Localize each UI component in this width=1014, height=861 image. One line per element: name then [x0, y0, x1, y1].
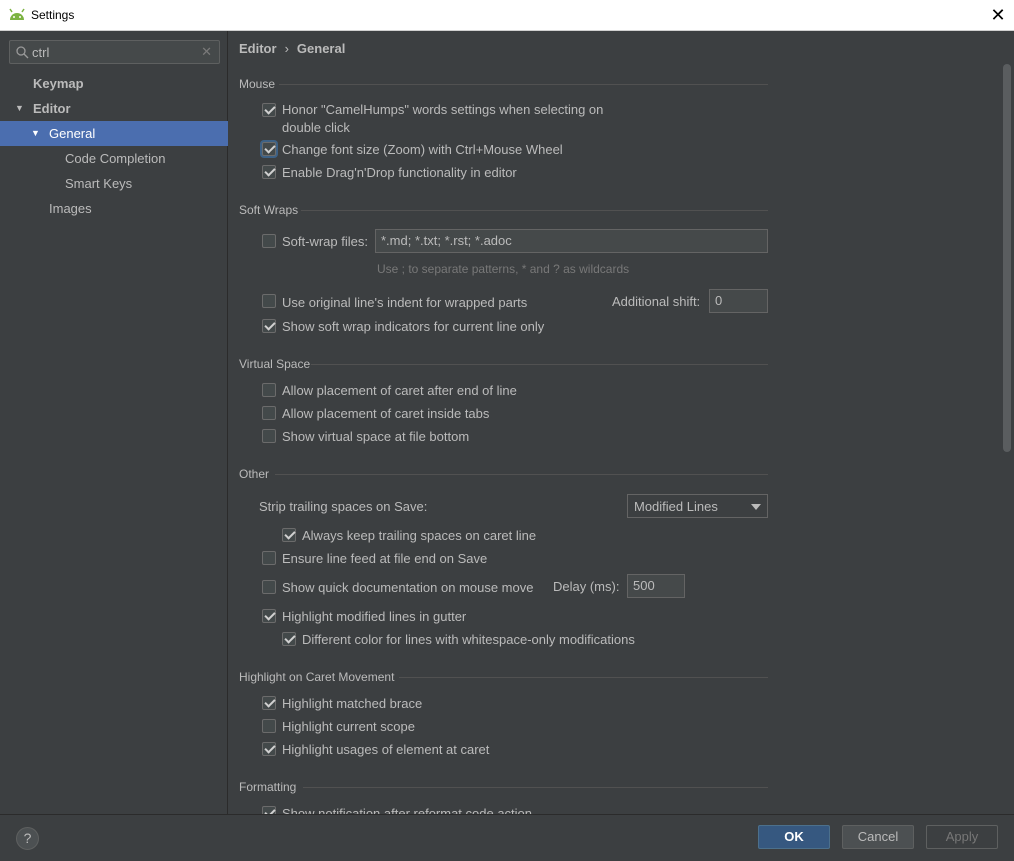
current-scope-label: Highlight current scope: [282, 719, 415, 734]
ensure-lf-label: Ensure line feed at file end on Save: [282, 551, 488, 566]
sidebar-item-general[interactable]: ▼ General: [0, 121, 228, 146]
softwrap-files-label: Soft-wrap files:: [282, 234, 368, 249]
search-value: ctrl: [32, 45, 50, 60]
clear-search-icon[interactable]: ✕: [201, 44, 212, 60]
settings-sidebar: ctrl ✕ Keymap ▼ Editor ▼ General Code Co…: [0, 31, 228, 814]
section-title-soft-wraps: Soft Wraps: [239, 203, 299, 217]
expand-arrow-icon[interactable]: ▼: [15, 96, 24, 121]
dialog-footer: ? OK Cancel Apply: [0, 814, 1014, 861]
sidebar-item-label: Images: [49, 201, 92, 216]
cancel-button[interactable]: Cancel: [842, 825, 914, 849]
help-button[interactable]: ?: [16, 827, 39, 850]
section-divider: [303, 787, 768, 788]
virtual-space-bottom-label: Show virtual space at file bottom: [282, 429, 470, 444]
quick-doc-checkbox[interactable]: [262, 580, 276, 594]
sidebar-item-keymap[interactable]: Keymap: [0, 71, 228, 96]
breadcrumb-separator: ›: [284, 41, 289, 56]
section-title-mouse: Mouse: [239, 77, 276, 91]
sidebar-item-editor[interactable]: ▼ Editor: [0, 96, 228, 121]
search-input[interactable]: ctrl ✕: [9, 40, 220, 64]
camelhumps-label-line2: double click: [282, 120, 350, 135]
close-icon[interactable]: ✕: [982, 0, 1014, 30]
additional-shift-label: Additional shift:: [612, 294, 701, 309]
apply-button[interactable]: Apply: [926, 825, 998, 849]
reformat-notification-label: Show notification after reformat code ac…: [282, 806, 533, 814]
ok-button[interactable]: OK: [758, 825, 830, 849]
patterns-hint: Use ; to separate patterns, * and ? as w…: [377, 262, 630, 276]
caret-after-end-checkbox[interactable]: [262, 383, 276, 397]
camelhumps-label-line1: Honor "CamelHumps" words settings when s…: [282, 102, 604, 117]
delay-input[interactable]: 500: [627, 574, 685, 598]
content-scrollbar[interactable]: [1003, 64, 1011, 452]
matched-brace-label: Highlight matched brace: [282, 696, 423, 711]
android-studio-icon: [9, 8, 25, 20]
breadcrumb: Editor › General: [239, 41, 345, 56]
section-divider: [399, 677, 768, 678]
caret-inside-tabs-checkbox[interactable]: [262, 406, 276, 420]
keep-caret-spaces-label: Always keep trailing spaces on caret lin…: [302, 528, 537, 543]
sidebar-item-label: Keymap: [33, 76, 84, 91]
additional-shift-input[interactable]: 0: [709, 289, 768, 313]
section-title-virtual-space: Virtual Space: [239, 357, 311, 371]
current-scope-checkbox[interactable]: [262, 719, 276, 733]
reformat-notification-checkbox[interactable]: [262, 806, 276, 814]
sidebar-item-smart-keys[interactable]: Smart Keys: [0, 171, 228, 196]
ensure-lf-checkbox[interactable]: [262, 551, 276, 565]
sidebar-item-images[interactable]: Images: [0, 196, 228, 221]
section-title-other: Other: [239, 467, 270, 481]
camelhumps-label: Honor "CamelHumps" words settings when s…: [282, 101, 603, 136]
quick-doc-label: Show quick documentation on mouse move: [282, 580, 534, 595]
caret-inside-tabs-label: Allow placement of caret inside tabs: [282, 406, 490, 421]
section-divider: [279, 84, 768, 85]
dragdrop-checkbox[interactable]: [262, 165, 276, 179]
section-title-caret-movement: Highlight on Caret Movement: [239, 670, 395, 684]
highlight-modified-label: Highlight modified lines in gutter: [282, 609, 467, 624]
sidebar-item-label: Smart Keys: [65, 176, 133, 191]
section-divider: [311, 364, 768, 365]
caret-after-end-label: Allow placement of caret after end of li…: [282, 383, 517, 398]
dropdown-arrow-icon: [751, 504, 761, 510]
soft-wrap-indicators-label: Show soft wrap indicators for current li…: [282, 319, 545, 334]
section-title-formatting: Formatting: [239, 780, 297, 794]
window-title: Settings: [31, 8, 75, 22]
camelhumps-checkbox[interactable]: [262, 103, 276, 117]
breadcrumb-current: General: [296, 41, 346, 56]
different-color-label: Different color for lines with whitespac…: [302, 632, 635, 647]
different-color-checkbox[interactable]: [282, 632, 296, 646]
softwrap-files-checkbox[interactable]: [262, 234, 276, 248]
soft-wrap-indicators-checkbox[interactable]: [262, 319, 276, 333]
softwrap-patterns-input[interactable]: *.md; *.txt; *.rst; *.adoc: [375, 229, 768, 253]
zoom-checkbox[interactable]: [262, 142, 276, 156]
highlight-modified-checkbox[interactable]: [262, 609, 276, 623]
original-indent-checkbox[interactable]: [262, 294, 276, 308]
strip-trailing-label: Strip trailing spaces on Save:: [259, 499, 428, 514]
expand-arrow-icon[interactable]: ▼: [31, 121, 40, 146]
sidebar-item-code-completion[interactable]: Code Completion: [0, 146, 228, 171]
sidebar-item-label: Editor: [33, 101, 71, 116]
usages-checkbox[interactable]: [262, 742, 276, 756]
search-icon: [16, 46, 29, 59]
original-indent-label: Use original line's indent for wrapped p…: [282, 295, 528, 310]
settings-content: Editor › General Mouse Honor "CamelHumps" …: [229, 31, 1014, 814]
sidebar-item-label: General: [49, 126, 96, 141]
section-divider: [301, 210, 768, 211]
virtual-space-bottom-checkbox[interactable]: [262, 429, 276, 443]
delay-label: Delay (ms):: [553, 579, 620, 594]
usages-label: Highlight usages of element at caret: [282, 742, 490, 757]
title-bar: Settings ✕: [0, 0, 1014, 31]
section-divider: [275, 474, 768, 475]
keep-caret-spaces-checkbox[interactable]: [282, 528, 296, 542]
strip-trailing-value: Modified Lines: [634, 499, 718, 514]
sidebar-item-label: Code Completion: [65, 151, 166, 166]
breadcrumb-parent[interactable]: Editor: [239, 41, 277, 56]
matched-brace-checkbox[interactable]: [262, 696, 276, 710]
dragdrop-label: Enable Drag'n'Drop functionality in edit…: [282, 165, 517, 180]
zoom-label: Change font size (Zoom) with Ctrl+Mouse …: [282, 142, 563, 157]
strip-trailing-dropdown[interactable]: Modified Lines: [627, 494, 768, 518]
